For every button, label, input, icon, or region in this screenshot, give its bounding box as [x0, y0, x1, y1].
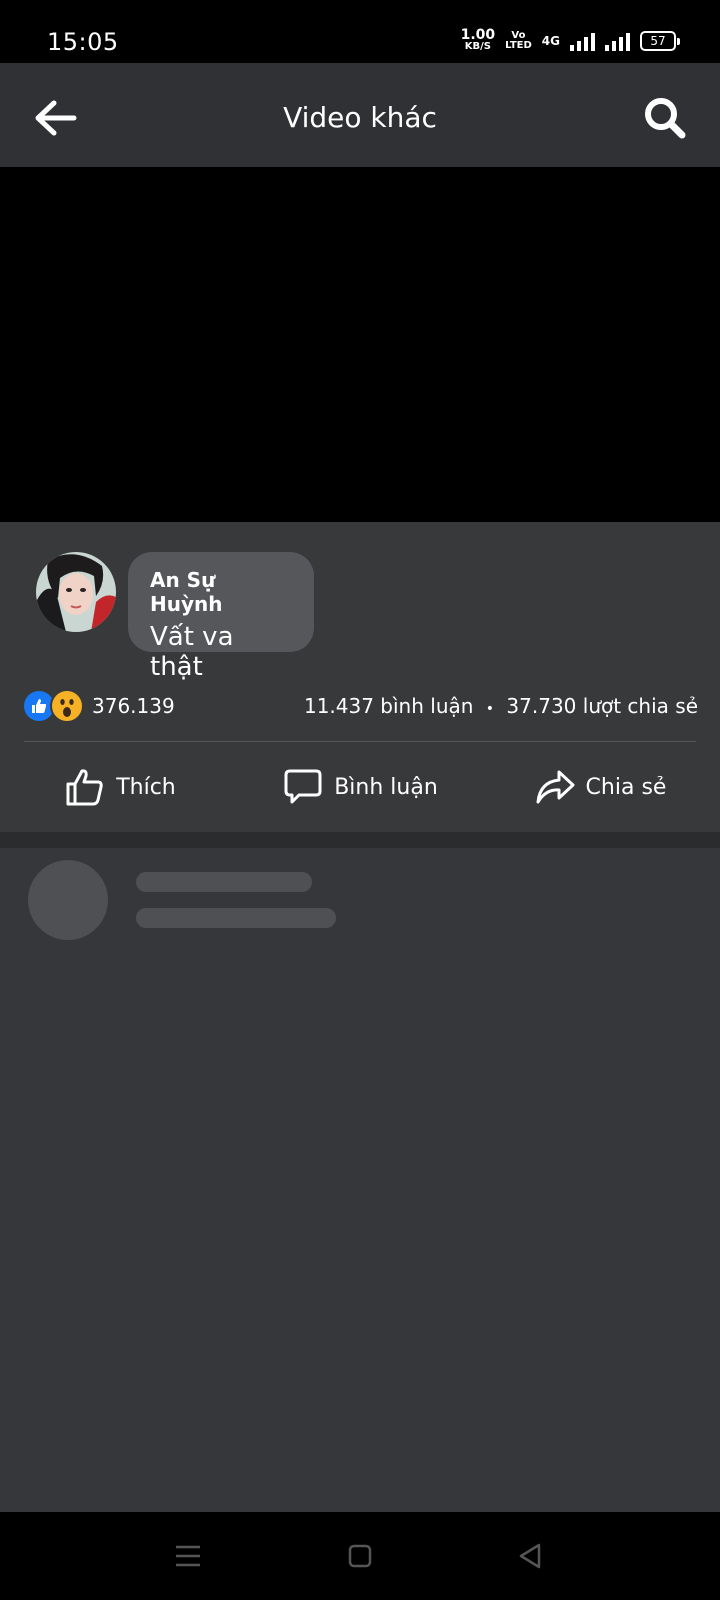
like-label: Thích — [116, 774, 176, 800]
engagement-counts: 11.437 bình luận • 37.730 lượt chia sẻ — [304, 694, 698, 718]
avatar[interactable] — [36, 552, 116, 632]
stats-separator: • — [485, 701, 495, 717]
reactions-summary[interactable]: 376.139 — [22, 689, 175, 723]
network-speed: 1.00 KB/S — [460, 27, 496, 52]
post-stats: 376.139 11.437 bình luận • 37.730 lượt c… — [22, 689, 698, 723]
comments-count[interactable]: 11.437 bình luận — [304, 694, 473, 718]
triangle-back-icon — [519, 1543, 541, 1569]
post-card: An Sự Huỳnh Vất va thật 376.139 11.437 b… — [0, 522, 720, 832]
menu-button[interactable] — [164, 1532, 212, 1580]
video-player[interactable] — [0, 167, 720, 522]
page-title: Video khác — [283, 101, 437, 134]
signal-icon — [570, 31, 595, 51]
status-bar: 15:05 1.00 KB/S Vo LTED 4G 57 — [0, 0, 720, 63]
status-time: 15:05 — [47, 28, 119, 56]
battery-icon: 57 — [640, 31, 680, 51]
comment-bubble[interactable]: An Sự Huỳnh Vất va thật — [128, 552, 314, 682]
share-icon — [536, 770, 575, 804]
search-button[interactable] — [640, 93, 690, 143]
battery-level: 57 — [640, 31, 676, 51]
placeholder-avatar — [28, 860, 108, 940]
volte-indicator: Vo LTED — [505, 31, 532, 51]
comment-author[interactable]: An Sự Huỳnh — [150, 568, 292, 616]
menu-icon — [176, 1545, 200, 1567]
placeholder-line — [136, 908, 336, 928]
shares-count[interactable]: 37.730 lượt chia sẻ — [506, 694, 698, 718]
status-icons: 1.00 KB/S Vo LTED 4G 57 — [460, 27, 680, 52]
action-bar: Thích Bình luận Chia sẻ — [0, 742, 720, 832]
home-button[interactable] — [336, 1532, 384, 1580]
section-gap — [0, 832, 720, 848]
thumbs-up-icon — [66, 769, 103, 806]
loading-placeholder — [0, 848, 720, 1512]
volte-bottom: LTED — [505, 40, 532, 51]
network-speed-unit: KB/S — [464, 41, 491, 52]
network-type: 4G — [541, 34, 560, 48]
placeholder-line — [136, 872, 312, 892]
comment-label: Bình luận — [334, 774, 438, 800]
system-nav-bar — [0, 1512, 720, 1600]
network-speed-value: 1.00 — [460, 27, 496, 43]
comment-text: Vất va thật — [150, 622, 234, 682]
comment-icon — [284, 769, 322, 804]
comment-button[interactable]: Bình luận — [240, 742, 480, 832]
app-bar: Video khác — [0, 63, 720, 167]
like-button[interactable]: Thích — [0, 742, 240, 832]
share-label: Chia sẻ — [585, 774, 667, 800]
wow-reaction-icon — [50, 689, 84, 723]
share-button[interactable]: Chia sẻ — [480, 742, 720, 832]
signal-icon-2 — [605, 31, 630, 51]
reaction-count: 376.139 — [92, 694, 175, 718]
square-icon — [348, 1544, 372, 1568]
search-icon — [645, 98, 686, 139]
back-nav-button[interactable] — [506, 1532, 554, 1580]
